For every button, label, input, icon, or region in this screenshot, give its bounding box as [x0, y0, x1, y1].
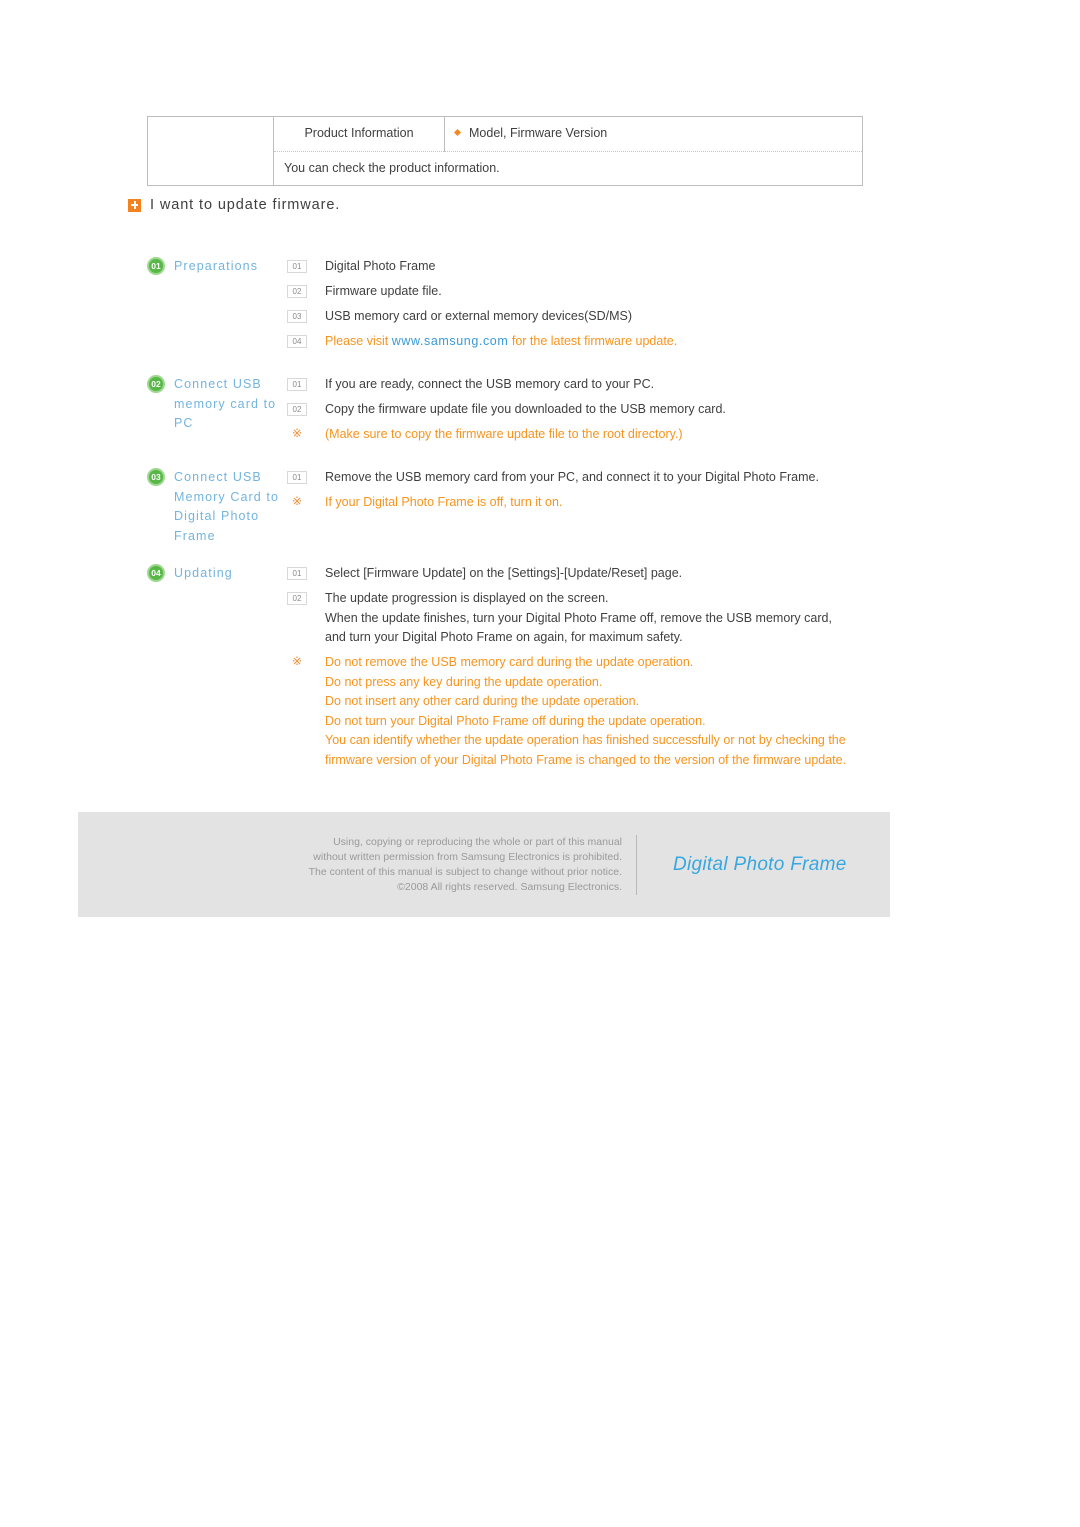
- item-number-badge: 01: [287, 378, 307, 391]
- step-04: 04 Updating 01 Select [Firmware Update] on …: [147, 563, 907, 776]
- footer-copyright-line: The content of this manual is subject to…: [308, 865, 622, 878]
- table-cell-description: You can check the product information.: [273, 151, 863, 186]
- text-line: and turn your Digital Photo Frame on aga…: [325, 630, 683, 644]
- text-line: Do not remove the USB memory card during…: [325, 655, 694, 669]
- list-item: ※ (Make sure to copy the firmware update …: [287, 425, 907, 445]
- diamond-bullet-icon: [453, 128, 462, 137]
- text-line: If your Digital Photo Frame is off, turn…: [325, 495, 563, 509]
- list-item-text: Copy the firmware update file you downlo…: [325, 400, 726, 420]
- list-item: 02 Copy the firmware update file you down…: [287, 400, 907, 420]
- step-title: Connect USB memory card to PC: [174, 377, 277, 430]
- step-content: 01 Select [Firmware Update] on the [Setti…: [287, 563, 907, 776]
- item-number-badge: 01: [287, 471, 307, 484]
- step-badge-icon: 03: [147, 468, 165, 486]
- note-marker-icon: ※: [287, 426, 307, 439]
- step-02: 02 Connect USB memory card to PC 01 If you …: [147, 374, 907, 450]
- item-number-badge: 02: [287, 403, 307, 416]
- list-item: 02 Firmware update file.: [287, 282, 907, 302]
- text-line: If you are ready, connect the USB memory…: [325, 377, 655, 391]
- step-header: 03 Connect USB Memory Card to Digital Pho…: [147, 467, 287, 546]
- text-prefix: Please visit: [325, 334, 392, 348]
- text-line: USB memory card or external memory devic…: [325, 309, 633, 323]
- plus-square-icon: [128, 198, 141, 212]
- item-number-badge: 04: [287, 335, 307, 348]
- page-footer: Using, copying or reproducing the whole …: [78, 812, 890, 917]
- text-line: Firmware update file.: [325, 284, 442, 298]
- text-line: Do not turn your Digital Photo Frame off…: [325, 713, 706, 728]
- footer-copyright-line: Using, copying or reproducing the whole …: [333, 835, 622, 848]
- item-number-badge: 01: [287, 567, 307, 580]
- step-content: 01 Remove the USB memory card from your P…: [287, 467, 907, 518]
- text-line: Digital Photo Frame: [325, 259, 436, 273]
- table-cell-label: Product Information: [273, 116, 445, 152]
- text-line: Do not insert any other card during the …: [325, 694, 640, 708]
- table-cell-value: Model, Firmware Version: [444, 116, 863, 152]
- table-row: Product Information Model, Firmware Vers…: [147, 116, 863, 186]
- text-line: firmware version of your Digital Photo F…: [325, 752, 847, 767]
- step-header: 02 Connect USB memory card to PC: [147, 374, 287, 434]
- footer-copyright-line: ©2008 All rights reserved. Samsung Elect…: [397, 880, 622, 893]
- text-line: The update progression is displayed on t…: [325, 591, 609, 605]
- text-line: Select [Firmware Update] on the [Setting…: [325, 566, 683, 580]
- footer-copyright: Using, copying or reproducing the whole …: [122, 834, 637, 895]
- list-item-text: Firmware update file.: [325, 282, 442, 302]
- item-number-badge: 02: [287, 285, 307, 298]
- section-heading: I want to update firmware.: [128, 197, 340, 213]
- step-title: Updating: [174, 566, 233, 580]
- list-item: 01 Remove the USB memory card from your P…: [287, 468, 907, 488]
- list-item-text: Remove the USB memory card from your PC,…: [325, 468, 819, 488]
- item-number-badge: 01: [287, 260, 307, 273]
- step-badge-icon: 01: [147, 257, 165, 275]
- table-value-text: Model, Firmware Version: [469, 126, 608, 140]
- steps-list: 01 Preparations 01 Digital Photo Frame 02 Fir…: [147, 256, 907, 793]
- list-item-text: If your Digital Photo Frame is off, turn…: [325, 493, 562, 513]
- list-item-text: The update progression is displayed on t…: [325, 589, 832, 648]
- text-line: When the update finishes, turn your Digi…: [325, 610, 832, 625]
- note-marker-icon: ※: [287, 654, 307, 667]
- step-header: 01 Preparations: [147, 256, 287, 277]
- list-item: ※ Do not remove the USB memory card durin…: [287, 653, 907, 770]
- text-line: Do not press any key during the update o…: [325, 674, 603, 689]
- step-03: 03 Connect USB Memory Card to Digital Pho…: [147, 467, 907, 546]
- list-item: 03 USB memory card or external memory dev…: [287, 307, 907, 327]
- page-title: I want to update firmware.: [150, 197, 341, 213]
- text-suffix: for the latest firmware update.: [508, 334, 678, 348]
- list-item-text: If you are ready, connect the USB memory…: [325, 375, 654, 395]
- text-line: You can identify whether the update oper…: [325, 733, 846, 747]
- step-01: 01 Preparations 01 Digital Photo Frame 02 Fir…: [147, 256, 907, 357]
- product-information-table: Product Information Model, Firmware Vers…: [147, 116, 863, 186]
- list-item-text: USB memory card or external memory devic…: [325, 307, 632, 327]
- note-marker-icon: ※: [287, 494, 307, 507]
- footer-brand-logo: Digital Photo Frame: [673, 853, 847, 875]
- text-line: Remove the USB memory card from your PC,…: [325, 470, 819, 484]
- item-number-badge: 03: [287, 310, 307, 323]
- samsung-website-link[interactable]: www.samsung.com: [392, 334, 509, 348]
- list-item: ※ If your Digital Photo Frame is off, tur…: [287, 493, 907, 513]
- list-item: 02 The update progression is displayed on…: [287, 589, 907, 648]
- table-cell-empty: [147, 116, 274, 186]
- step-content: 01 If you are ready, connect the USB memo…: [287, 374, 907, 450]
- list-item: 01 If you are ready, connect the USB memo…: [287, 375, 907, 395]
- step-badge-icon: 04: [147, 564, 165, 582]
- list-item: 04 Please visit www.samsung.com for the l…: [287, 332, 907, 352]
- list-item-text: (Make sure to copy the firmware update f…: [325, 425, 683, 445]
- list-item-text: Do not remove the USB memory card during…: [325, 653, 846, 770]
- list-item-text: Please visit www.samsung.com for the lat…: [325, 332, 677, 352]
- list-item: 01 Select [Firmware Update] on the [Setti…: [287, 564, 907, 584]
- text-line: (Make sure to copy the firmware update f…: [325, 427, 683, 441]
- list-item: 01 Digital Photo Frame: [287, 257, 907, 277]
- step-title: Preparations: [174, 259, 259, 273]
- footer-copyright-line: without written permission from Samsung …: [313, 850, 622, 863]
- step-title: Connect USB Memory Card to Digital Photo…: [174, 470, 280, 543]
- step-content: 01 Digital Photo Frame 02 Firmware update f…: [287, 256, 907, 357]
- text-line: Copy the firmware update file you downlo…: [325, 402, 726, 416]
- step-badge-icon: 02: [147, 375, 165, 393]
- step-header: 04 Updating: [147, 563, 287, 584]
- item-number-badge: 02: [287, 592, 307, 605]
- list-item-text: Select [Firmware Update] on the [Setting…: [325, 564, 682, 584]
- list-item-text: Digital Photo Frame: [325, 257, 435, 277]
